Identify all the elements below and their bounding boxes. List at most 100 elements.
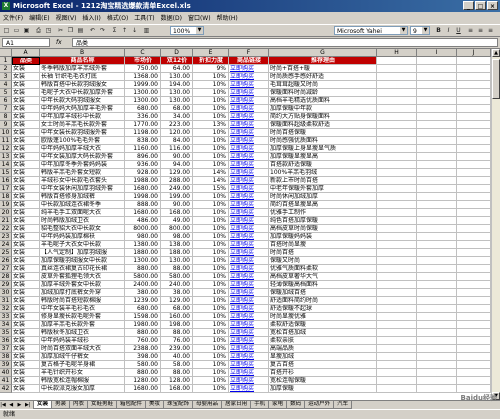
empty-cell[interactable] <box>377 369 417 377</box>
row-header[interactable]: 25 <box>0 249 12 257</box>
row-header[interactable]: 37 <box>0 345 12 353</box>
row-header[interactable]: 11 <box>0 137 12 145</box>
text-cell[interactable]: 中年妈妈加厚羊绒大衣 <box>40 145 125 153</box>
number-cell[interactable]: 13% <box>193 121 229 129</box>
text-cell[interactable]: 毛茸茸超暖又时尚 <box>269 81 377 89</box>
empty-cell[interactable] <box>377 233 417 241</box>
sheet-tab[interactable]: 家电 <box>268 401 288 409</box>
row-header[interactable]: 40 <box>0 369 12 377</box>
empty-cell[interactable] <box>457 177 491 185</box>
number-cell[interactable]: 10% <box>193 345 229 353</box>
empty-cell[interactable] <box>417 121 457 129</box>
number-cell[interactable]: 760.00 <box>125 337 161 345</box>
row-header[interactable]: 21 <box>0 217 12 225</box>
buy-link[interactable]: 立即购买 <box>229 73 269 81</box>
empty-cell[interactable] <box>377 153 417 161</box>
row-header[interactable]: 30 <box>0 289 12 297</box>
text-cell[interactable]: 时尚百搭双面羊绒大衣 <box>40 345 125 353</box>
empty-cell[interactable] <box>417 97 457 105</box>
empty-cell[interactable] <box>377 73 417 81</box>
cut-icon[interactable]: ✂ <box>56 27 65 35</box>
number-cell[interactable]: 10% <box>193 153 229 161</box>
zoom-select[interactable]: 100% ▼ <box>170 26 204 35</box>
sheet-tab[interactable]: 居家日用 <box>221 401 252 409</box>
text-cell[interactable]: 轻薄保暖高档面料 <box>269 281 377 289</box>
empty-cell[interactable] <box>417 185 457 193</box>
empty-cell[interactable] <box>457 145 491 153</box>
number-cell[interactable]: 194.00 <box>161 81 193 89</box>
italic-icon[interactable]: I <box>444 27 453 35</box>
text-cell[interactable]: 中年妈妈大码加厚羊毛外套 <box>40 105 125 113</box>
number-cell[interactable]: 90.00 <box>161 201 193 209</box>
number-cell[interactable]: 1880.00 <box>125 249 161 257</box>
align-center-icon[interactable]: ≡ <box>476 27 485 35</box>
empty-cell[interactable] <box>377 137 417 145</box>
number-cell[interactable]: 160.00 <box>161 313 193 321</box>
empty-cell[interactable] <box>377 97 417 105</box>
number-cell[interactable]: 40.00 <box>161 353 193 361</box>
row-header[interactable]: 5 <box>0 89 12 97</box>
text-cell[interactable]: 保暖加绒百搭 <box>269 289 377 297</box>
number-cell[interactable]: 896.00 <box>125 153 161 161</box>
text-cell[interactable]: 保暖又时尚 <box>269 257 377 265</box>
empty-cell[interactable] <box>377 209 417 217</box>
row-header[interactable]: 28 <box>0 273 12 281</box>
empty-cell[interactable] <box>457 113 491 121</box>
number-cell[interactable]: 10% <box>193 161 229 169</box>
buy-link[interactable]: 立即购买 <box>229 97 269 105</box>
number-cell[interactable]: 1680.00 <box>125 185 161 193</box>
empty-cell[interactable] <box>457 305 491 313</box>
row-header[interactable]: 34 <box>0 321 12 329</box>
text-cell[interactable]: 高档皮草奢华大气 <box>269 273 377 281</box>
number-cell[interactable]: 1980.00 <box>125 321 161 329</box>
text-cell[interactable]: 女装 <box>12 273 40 281</box>
empty-cell[interactable] <box>377 265 417 273</box>
empty-cell[interactable] <box>417 225 457 233</box>
empty-cell[interactable] <box>417 137 457 145</box>
number-cell[interactable]: 10% <box>193 265 229 273</box>
buy-link[interactable]: 立即购买 <box>229 241 269 249</box>
empty-cell[interactable] <box>417 57 457 65</box>
buy-link[interactable]: 立即购买 <box>229 289 269 297</box>
paste-icon[interactable]: ▤ <box>76 27 85 35</box>
empty-cell[interactable] <box>457 81 491 89</box>
number-cell[interactable]: 1280.00 <box>125 377 161 385</box>
text-cell[interactable]: 女装 <box>12 89 40 97</box>
text-cell[interactable]: 女装 <box>12 201 40 209</box>
number-cell[interactable]: 580.00 <box>125 361 161 369</box>
row-header[interactable]: 17 <box>0 185 12 193</box>
text-cell[interactable]: 纯羊毛手工双面呢大衣 <box>40 209 125 217</box>
text-cell[interactable]: 女装 <box>12 65 40 73</box>
text-cell[interactable]: 100%羊羔毛羽绒 <box>269 169 377 177</box>
empty-cell[interactable] <box>417 65 457 73</box>
number-cell[interactable]: 240.00 <box>161 281 193 289</box>
number-cell[interactable]: 38.00 <box>161 289 193 297</box>
empty-cell[interactable] <box>457 121 491 129</box>
number-cell[interactable]: 580.00 <box>161 273 193 281</box>
empty-cell[interactable] <box>377 169 417 177</box>
text-cell[interactable]: 百搭时尚显瘦 <box>269 241 377 249</box>
number-cell[interactable]: 680.00 <box>125 305 161 313</box>
text-cell[interactable]: 简约百搭显瘦显高 <box>269 201 377 209</box>
text-cell[interactable]: 女装 <box>12 81 40 89</box>
sheet-tab[interactable]: 内衣 <box>68 401 88 409</box>
empty-cell[interactable] <box>417 105 457 113</box>
maximize-icon[interactable]: □ <box>475 1 486 10</box>
number-cell[interactable]: 10% <box>193 321 229 329</box>
number-cell[interactable]: 2388.00 <box>125 345 161 353</box>
empty-cell[interactable] <box>377 297 417 305</box>
header-cell[interactable]: 商品名称 <box>40 57 125 65</box>
empty-cell[interactable] <box>417 289 457 297</box>
buy-link[interactable]: 立即购买 <box>229 137 269 145</box>
number-cell[interactable]: 10% <box>193 201 229 209</box>
number-cell[interactable]: 880.00 <box>125 369 161 377</box>
text-cell[interactable]: 羊毛针织开衫女 <box>40 369 125 377</box>
row-header[interactable]: 33 <box>0 313 12 321</box>
empty-cell[interactable] <box>377 361 417 369</box>
empty-cell[interactable] <box>457 217 491 225</box>
text-cell[interactable]: 加厚保暖显瘦显高 <box>269 153 377 161</box>
number-cell[interactable]: 1680.00 <box>125 209 161 217</box>
number-cell[interactable]: 68.00 <box>161 105 193 113</box>
text-cell[interactable]: 加厚羊绒外套女中长款 <box>40 281 125 289</box>
number-cell[interactable]: 10% <box>193 361 229 369</box>
